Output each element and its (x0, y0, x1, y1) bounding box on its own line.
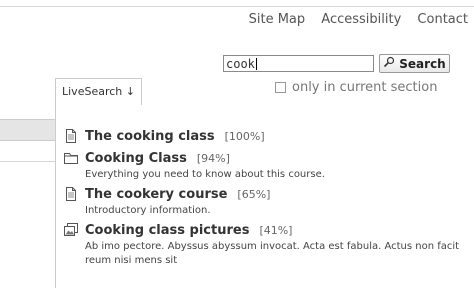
result-title[interactable]: The cookery course (85, 187, 227, 202)
result-score: [100%] (224, 129, 265, 143)
search-input-value: cook (226, 57, 255, 71)
result-item[interactable]: Cooking Class [94%] Everything you need … (63, 148, 468, 182)
folder-icon (64, 153, 78, 164)
accessibility-link[interactable]: Accessibility (321, 12, 401, 27)
result-title[interactable]: Cooking class pictures (85, 223, 249, 238)
document-icon (66, 129, 76, 143)
result-description: Introductory information. (85, 205, 211, 216)
only-current-section-checkbox[interactable] (275, 82, 286, 93)
site-map-link[interactable]: Site Map (249, 12, 306, 27)
search-button-label: Search (399, 56, 446, 71)
result-item[interactable]: The cookery course [65%] Introductory in… (63, 184, 468, 218)
document-icon (66, 187, 76, 201)
result-title[interactable]: The cooking class (85, 129, 215, 144)
result-item[interactable]: The cooking class [100%] (63, 126, 468, 146)
livesearch-label: LiveSearch ↓ (55, 78, 142, 105)
text-caret (255, 58, 257, 70)
result-description: Ab imo pectore. Abyssus abyssum invocat.… (85, 241, 460, 266)
top-divider (0, 6, 474, 7)
result-score: [65%] (237, 187, 271, 201)
livesearch-results: The cooking class [100%] Cooking Class [… (55, 103, 474, 288)
result-score: [41%] (259, 223, 293, 237)
site-actions: Site Map Accessibility Contact (237, 12, 468, 27)
only-current-section[interactable]: only in current section (275, 80, 437, 95)
search-button[interactable]: Search (379, 54, 450, 73)
image-gallery-icon (64, 223, 78, 236)
magnifier-icon (383, 56, 395, 71)
result-item[interactable]: Cooking class pictures [41%] Ab imo pect… (63, 220, 468, 268)
only-current-section-label: only in current section (292, 80, 438, 95)
result-score: [94%] (196, 151, 230, 165)
contact-link[interactable]: Contact (417, 12, 468, 27)
result-description: Everything you need to know about this c… (85, 169, 325, 180)
result-title[interactable]: Cooking Class (85, 151, 187, 166)
search-input[interactable]: cook (223, 55, 374, 72)
